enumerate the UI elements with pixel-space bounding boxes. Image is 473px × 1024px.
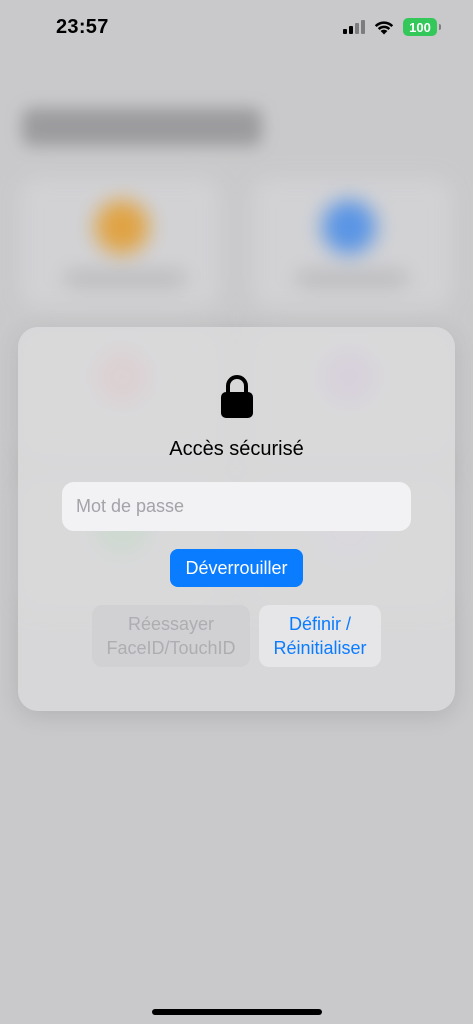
status-bar: 23:57 100 [0,0,473,56]
status-indicators: 100 [343,18,441,36]
wifi-icon [374,21,394,35]
password-input[interactable] [62,482,411,531]
modal-title: Accès sécurisé [169,438,304,460]
lock-icon [221,375,253,418]
battery-icon: 100 [403,18,441,36]
unlock-button[interactable]: Déverrouiller [170,549,303,587]
retry-faceid-touchid-button[interactable]: Réessayer FaceID/TouchID [92,605,250,667]
background-title-blurred [22,108,262,146]
set-reset-password-button[interactable]: Définir / Réinitialiser [259,605,381,667]
status-time: 23:57 [56,16,109,38]
secure-access-modal: Accès sécurisé Déverrouiller Réessayer F… [18,327,455,711]
battery-level: 100 [409,19,431,35]
cellular-signal-icon [343,20,365,34]
home-indicator[interactable] [152,1009,322,1015]
